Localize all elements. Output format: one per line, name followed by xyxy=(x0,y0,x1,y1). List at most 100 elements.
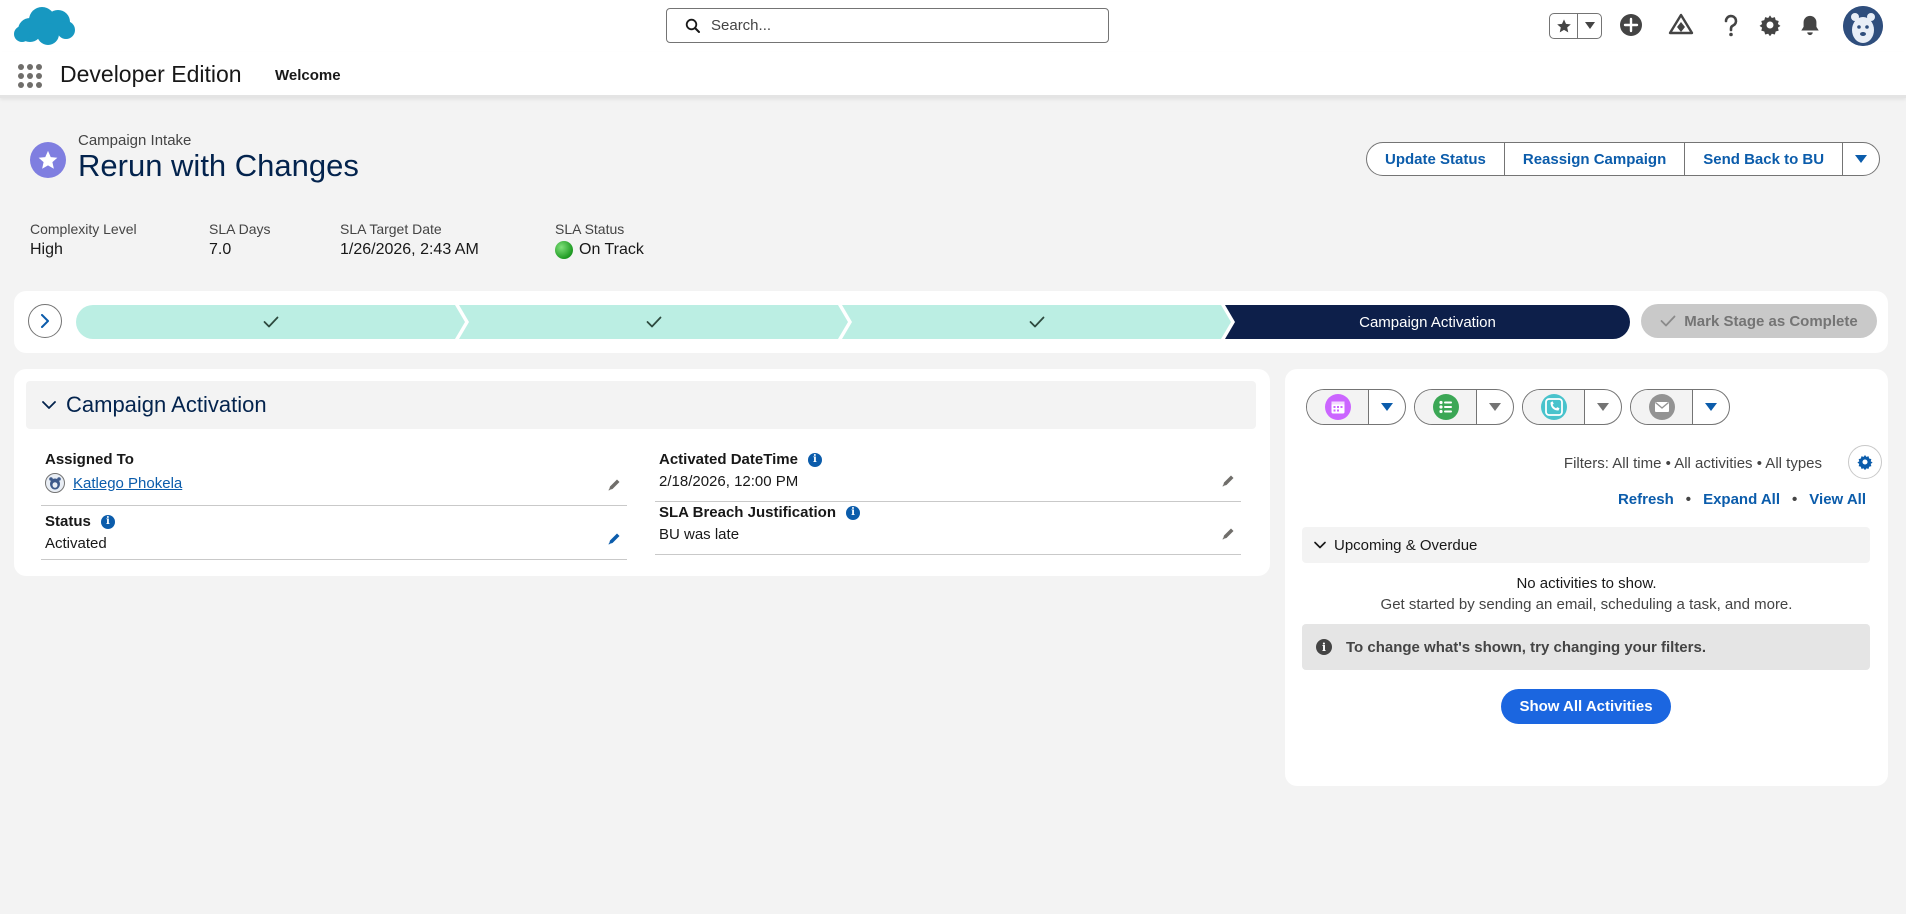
path-stage-current[interactable]: Campaign Activation xyxy=(1225,305,1630,339)
sla-status-text: On Track xyxy=(579,241,644,258)
path-card: Campaign Activation Mark Stage as Comple… xyxy=(14,291,1888,353)
global-search[interactable] xyxy=(666,8,1109,43)
filter-settings-gear-icon[interactable] xyxy=(1848,445,1882,479)
pencil-edit-icon[interactable] xyxy=(607,532,621,551)
upcoming-overdue-label: Upcoming & Overdue xyxy=(1334,536,1478,554)
show-all-activities-button[interactable]: Show All Activities xyxy=(1501,689,1671,724)
highlight-value: 1/26/2026, 2:43 AM xyxy=(340,241,479,258)
view-all-link[interactable]: View All xyxy=(1809,491,1866,508)
favorites-star-icon[interactable] xyxy=(1550,14,1578,38)
filter-info-banner: i To change what's shown, try changing y… xyxy=(1302,624,1870,670)
email-icon[interactable] xyxy=(1631,390,1693,424)
record-title: Rerun with Changes xyxy=(78,148,359,183)
upcoming-overdue-section[interactable]: Upcoming & Overdue xyxy=(1302,527,1870,563)
salesforce-cloud-logo[interactable] xyxy=(12,4,76,48)
activity-links: Refresh • Expand All • View All xyxy=(1618,491,1866,508)
field-label: Activated DateTime i xyxy=(659,451,1241,468)
object-label: Campaign Intake xyxy=(78,132,192,149)
global-header xyxy=(0,0,1906,52)
path-stage-completed[interactable] xyxy=(76,305,466,339)
search-input[interactable] xyxy=(711,17,1091,34)
log-call-icon[interactable] xyxy=(1523,390,1585,424)
chevron-down-icon[interactable] xyxy=(1693,390,1729,424)
assigned-user-link[interactable]: Katlego Phokela xyxy=(73,475,182,492)
app-navigation-bar: Developer Edition Welcome xyxy=(0,52,1906,98)
checkmark-icon xyxy=(646,316,662,328)
field-activated-datetime: Activated DateTime i 2/18/2026, 12:00 PM xyxy=(655,451,1241,502)
nav-item-welcome[interactable]: Welcome xyxy=(275,67,341,84)
chevron-down-icon[interactable] xyxy=(1477,390,1513,424)
info-icon[interactable]: i xyxy=(100,514,115,529)
new-task-button-group xyxy=(1414,389,1514,425)
chevron-down-icon[interactable] xyxy=(1578,14,1601,38)
user-avatar[interactable] xyxy=(1843,6,1883,46)
user-avatar-icon xyxy=(45,473,65,493)
send-back-to-bu-button[interactable]: Send Back to BU xyxy=(1684,142,1844,176)
app-launcher-icon[interactable] xyxy=(18,64,42,88)
chevron-down-icon xyxy=(42,401,56,409)
log-call-button-group xyxy=(1522,389,1622,425)
section-title: Campaign Activation xyxy=(66,392,267,417)
mark-stage-complete-button[interactable]: Mark Stage as Complete xyxy=(1641,304,1877,338)
separator-dot: • xyxy=(1792,491,1798,508)
highlight-value: 7.0 xyxy=(209,241,232,258)
pencil-edit-icon[interactable] xyxy=(1221,527,1235,546)
checkmark-icon xyxy=(263,316,279,328)
add-icon[interactable] xyxy=(1616,10,1646,40)
field-label: Assigned To xyxy=(45,451,134,468)
highlight-complexity-level: Complexity Level High xyxy=(30,221,137,259)
path-expand-toggle[interactable] xyxy=(28,304,62,338)
path-stages: Campaign Activation xyxy=(76,305,1630,339)
field-value: BU was late xyxy=(659,526,740,543)
refresh-link[interactable]: Refresh xyxy=(1618,491,1674,508)
field-value: Katlego Phokela xyxy=(45,473,627,493)
separator-dot: • xyxy=(1685,491,1692,508)
highlight-value: On Track xyxy=(555,241,644,259)
chevron-down-icon xyxy=(1855,154,1868,163)
help-icon[interactable] xyxy=(1716,10,1746,40)
chevron-right-icon xyxy=(41,314,49,328)
activity-filters-summary: Filters: All time • All activities • All… xyxy=(1563,455,1822,472)
field-label: Status i xyxy=(45,513,627,530)
chevron-down-icon[interactable] xyxy=(1585,390,1621,424)
record-type-star-icon xyxy=(30,142,66,178)
chevron-down-icon[interactable] xyxy=(1369,390,1405,424)
reassign-campaign-button[interactable]: Reassign Campaign xyxy=(1503,142,1686,176)
info-icon[interactable]: i xyxy=(845,505,860,520)
checkmark-icon xyxy=(1660,315,1676,327)
new-task-icon[interactable] xyxy=(1415,390,1477,424)
field-sla-breach-justification: SLA Breach Justification i BU was late xyxy=(655,503,1241,555)
record-actions: Update Status Reassign Campaign Send Bac… xyxy=(1366,142,1881,176)
notifications-bell-icon[interactable] xyxy=(1795,10,1825,40)
highlight-label: Complexity Level xyxy=(30,221,137,237)
highlight-label: SLA Target Date xyxy=(340,221,442,237)
mark-stage-complete-label: Mark Stage as Complete xyxy=(1684,312,1858,330)
field-value: 2/18/2026, 12:00 PM xyxy=(659,473,799,490)
details-card: Campaign Activation Assigned To Katlego … xyxy=(14,369,1270,576)
favorites-button-group xyxy=(1549,13,1602,39)
highlight-sla-status: SLA Status On Track xyxy=(555,221,644,259)
highlight-value: High xyxy=(30,241,63,258)
setup-gear-icon[interactable] xyxy=(1755,10,1785,40)
field-status: Status i Activated xyxy=(41,507,627,560)
expand-all-link[interactable]: Expand All xyxy=(1703,491,1780,508)
pencil-edit-icon[interactable] xyxy=(1221,474,1235,493)
more-actions-button[interactable] xyxy=(1842,142,1881,176)
info-icon[interactable]: i xyxy=(807,452,822,467)
new-event-icon[interactable] xyxy=(1307,390,1369,424)
search-icon xyxy=(685,18,700,33)
field-assigned-to: Assigned To Katlego Phokela xyxy=(41,451,627,506)
activity-timeline-card: Filters: All time • All activities • All… xyxy=(1285,369,1888,786)
filter-info-text: To change what's shown, try changing you… xyxy=(1346,638,1706,656)
path-stage-completed[interactable] xyxy=(459,305,849,339)
pencil-edit-icon[interactable] xyxy=(607,478,621,497)
trailhead-icon[interactable] xyxy=(1666,10,1696,40)
field-label: SLA Breach Justification i xyxy=(659,504,1241,521)
new-event-button-group xyxy=(1306,389,1406,425)
update-status-button[interactable]: Update Status xyxy=(1366,142,1505,176)
section-header-campaign-activation[interactable]: Campaign Activation xyxy=(26,381,1256,429)
highlight-sla-days: SLA Days 7.0 xyxy=(209,221,270,259)
highlight-label: SLA Days xyxy=(209,221,271,237)
path-stage-completed[interactable] xyxy=(842,305,1232,339)
status-green-dot-icon xyxy=(555,241,573,259)
